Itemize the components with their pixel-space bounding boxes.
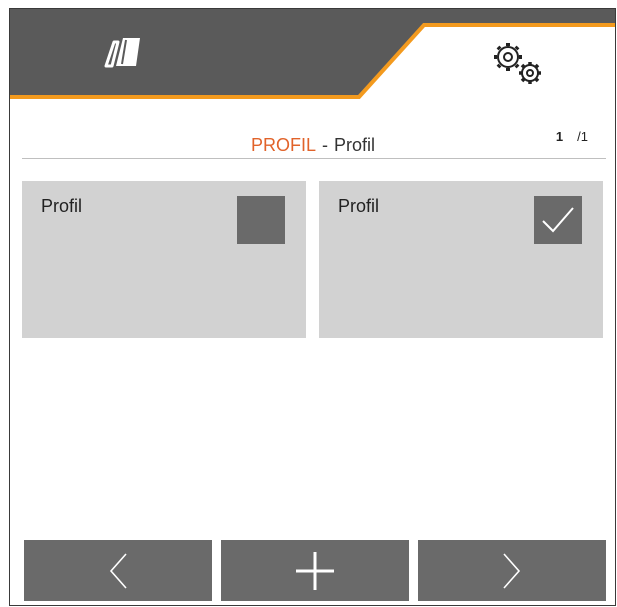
profile-tile-label: Profil [338, 196, 380, 216]
title-main: PROFIL [250, 135, 316, 155]
gears-icon [494, 43, 541, 84]
page-total: /1 [577, 129, 588, 144]
chevron-left-icon [109, 553, 127, 589]
plus-icon [296, 552, 334, 590]
title-separator: - [322, 135, 328, 155]
profile-checkbox-checked[interactable] [534, 196, 582, 244]
title-bar: PROFIL - Profil 1/1 [10, 129, 615, 161]
title-sub: Profil [334, 135, 376, 155]
profile-checkbox-unchecked[interactable] [237, 196, 285, 244]
profile-tile-label: Profil [41, 196, 83, 216]
profile-tile-2[interactable]: Profil [319, 181, 603, 338]
implement-icon [104, 38, 140, 68]
page-current: 1 [555, 129, 564, 144]
title-divider [22, 158, 606, 159]
tab-settings[interactable] [430, 27, 615, 97]
chevron-right-icon [503, 553, 521, 589]
add-button[interactable] [221, 540, 409, 601]
next-button[interactable] [418, 540, 606, 601]
page-title: PROFIL - Profil [10, 135, 615, 156]
checkmark-icon [542, 207, 574, 233]
screen-frame: PROFIL - Profil 1/1 Profil Profil [9, 8, 616, 606]
page-indicator: 1/1 [556, 129, 588, 144]
previous-button[interactable] [24, 540, 212, 601]
profile-tile-1[interactable]: Profil [22, 181, 306, 338]
tab-implement[interactable] [10, 9, 350, 95]
header-tab-bar [10, 9, 615, 101]
